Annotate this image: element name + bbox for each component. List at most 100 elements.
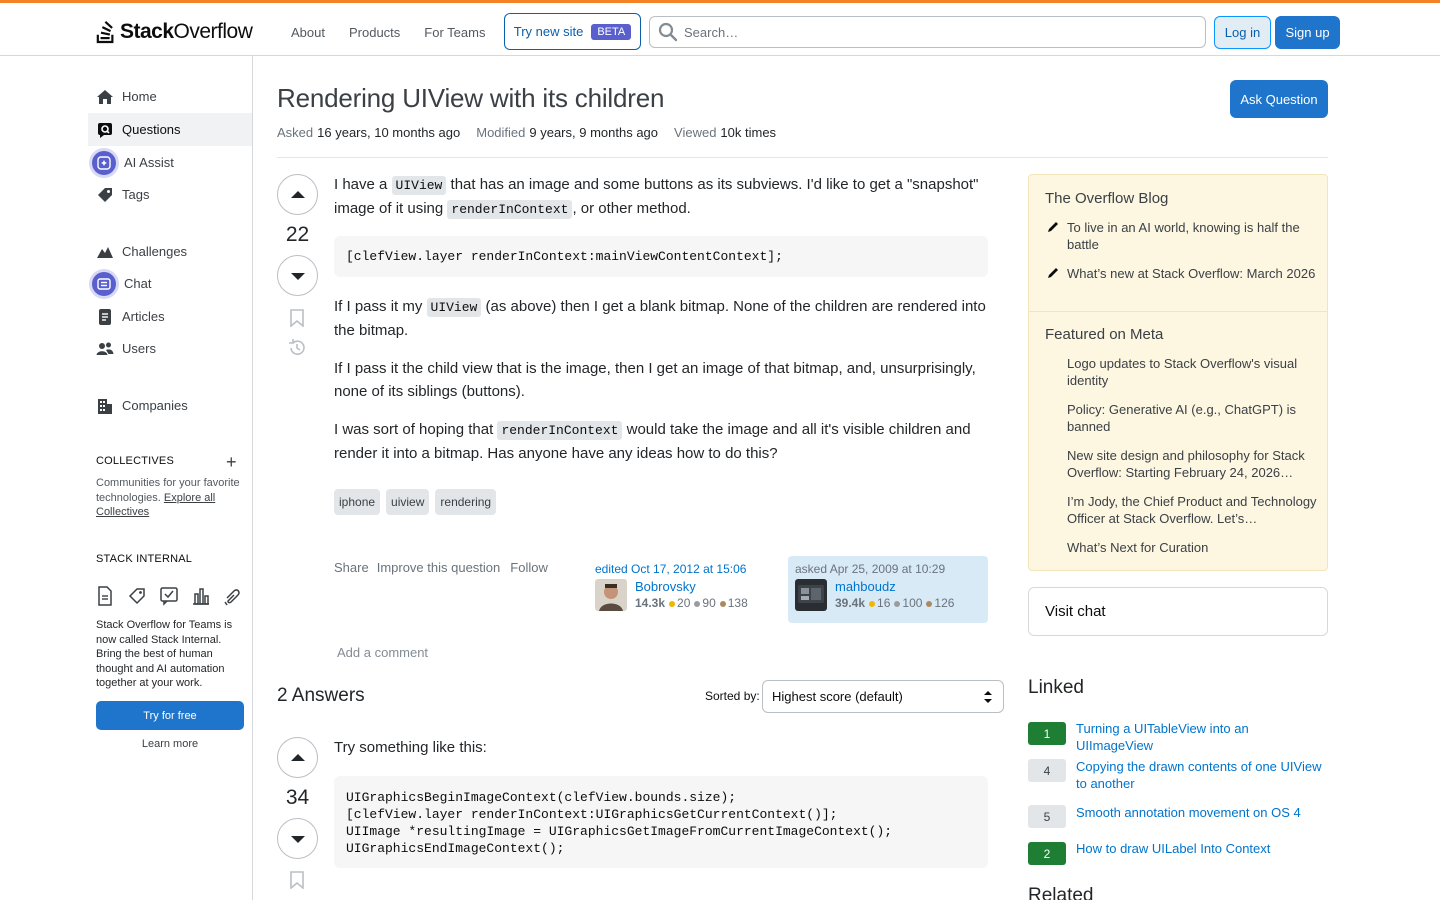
collectives-title: COLLECTIVES	[96, 455, 175, 467]
question-title[interactable]: Rendering UIView with its children	[277, 83, 664, 114]
try-new-site-button[interactable]: Try new site BETA	[504, 13, 641, 50]
nav-about[interactable]: About	[281, 19, 335, 46]
site-logo[interactable]: StackOverflow	[96, 17, 253, 47]
tag-iphone[interactable]: iphone	[334, 489, 381, 515]
inline-code: UIView	[391, 176, 447, 195]
sort-select[interactable]: Highest score (default)	[762, 680, 1004, 713]
add-comment-link[interactable]: Add a comment	[337, 645, 428, 660]
meta-item-4[interactable]: I’m Jody, the Chief Product and Technolo…	[1067, 493, 1317, 527]
challenges-icon	[97, 246, 113, 258]
editor-name-link[interactable]: Bobrovsky	[635, 579, 748, 594]
nav-for-teams[interactable]: For Teams	[410, 19, 495, 46]
asked-meta: Asked 16 years, 10 months ago	[277, 125, 461, 140]
pencil-icon	[1048, 222, 1058, 232]
linked-score: 5	[1028, 805, 1066, 828]
tag-outline-icon	[128, 588, 145, 605]
editor-avatar[interactable]	[595, 579, 627, 611]
sidebar-item-label: Users	[122, 341, 156, 356]
answer-code-block: UIGraphicsBeginImageContext(clefView.bou…	[334, 776, 988, 868]
arrow-down-icon	[290, 835, 305, 843]
paperclip-icon	[224, 589, 240, 606]
sidebar-item-companies[interactable]: Companies	[88, 389, 252, 422]
share-link[interactable]: Share	[334, 560, 369, 575]
sidebar-item-label: Home	[122, 89, 157, 104]
checkbox-message-icon	[160, 587, 178, 606]
arrow-up-icon	[290, 190, 305, 198]
history-icon[interactable]	[287, 338, 307, 358]
question-score: 22	[285, 223, 310, 246]
follow-link[interactable]: Follow	[510, 560, 548, 575]
sidebar-item-ai-assist[interactable]: AI Assist	[88, 146, 252, 179]
nav-products[interactable]: Products	[335, 19, 410, 46]
learn-more-link[interactable]: Learn more	[96, 738, 244, 750]
answer-intro: Try something like this:	[334, 739, 487, 756]
asker-name-link[interactable]: mahboudz	[835, 579, 954, 594]
meta-item-1[interactable]: Logo updates to Stack Overflow's visual …	[1067, 355, 1317, 389]
sorted-by-label: Sorted by:	[705, 689, 760, 703]
tag-uiview[interactable]: uiview	[386, 489, 430, 515]
linked-question-link[interactable]: Smooth annotation movement on OS 4	[1076, 804, 1326, 821]
related-heading: Related	[1028, 885, 1094, 900]
blog-item-2[interactable]: What’s new at Stack Overflow: March 2026	[1067, 265, 1317, 282]
collectives-description: Communities for your favorite technologi…	[96, 477, 240, 518]
question-paragraph-1: I have a UIView that has an image and so…	[334, 176, 979, 219]
editor-reputation: 14.3k 20 90 138	[635, 596, 748, 610]
ai-assist-icon	[92, 150, 116, 175]
asker-avatar[interactable]	[795, 579, 827, 611]
arrow-up-icon	[290, 753, 305, 761]
header-divider	[277, 157, 1328, 158]
sidebar-item-chat[interactable]: Chat	[88, 267, 252, 300]
sidebar-item-home[interactable]: Home	[88, 80, 252, 113]
add-collective-icon[interactable]: +	[226, 452, 237, 473]
sidebar-item-challenges[interactable]: Challenges	[88, 235, 252, 268]
search-box[interactable]	[649, 16, 1206, 48]
meta-title: Featured on Meta	[1045, 326, 1164, 343]
search-icon	[658, 22, 678, 42]
tag-icon	[98, 187, 112, 202]
visit-chat-link[interactable]: Visit chat	[1028, 587, 1328, 636]
question-paragraph-2: If I pass it my UIView (as above) then I…	[334, 298, 986, 339]
asked-time: asked Apr 25, 2009 at 10:29	[795, 562, 946, 576]
sidebar-item-articles[interactable]: Articles	[88, 300, 252, 333]
try-for-free-button[interactable]: Try for free	[96, 701, 244, 730]
blog-item-1[interactable]: To live in an AI world, knowing is half …	[1067, 219, 1317, 253]
sidebar-item-label: Challenges	[122, 244, 188, 259]
linked-score: 1	[1028, 722, 1066, 745]
answer-upvote-button[interactable]	[277, 737, 318, 778]
modified-meta: Modified 9 years, 9 months ago	[476, 125, 659, 140]
ask-question-button[interactable]: Ask Question	[1230, 80, 1328, 118]
question-code-block: [clefView.layer renderInContext:mainView…	[334, 236, 988, 277]
sort-select-value: Highest score (default)	[772, 689, 903, 704]
bookmark-icon[interactable]	[289, 871, 305, 889]
linked-score: 2	[1028, 842, 1066, 865]
linked-question-link[interactable]: Turning a UITableView into an UIImageVie…	[1076, 720, 1326, 754]
meta-item-5[interactable]: What’s Next for Curation	[1067, 539, 1317, 556]
sidebar-item-questions[interactable]: Questions	[88, 113, 252, 146]
answer-downvote-button[interactable]	[277, 818, 318, 859]
linked-question-link[interactable]: How to draw UILabel Into Context	[1076, 840, 1326, 857]
linked-question-link[interactable]: Copying the drawn contents of one UIView…	[1076, 758, 1326, 792]
question-upvote-button[interactable]	[277, 174, 318, 215]
bookmark-icon[interactable]	[289, 309, 305, 327]
meta-item-2[interactable]: Policy: Generative AI (e.g., ChatGPT) is…	[1067, 401, 1317, 435]
companies-icon	[98, 398, 112, 414]
question-actions: Share Improve this question Follow	[334, 560, 548, 575]
arrow-down-icon	[290, 272, 305, 280]
inline-code: renderInContext	[497, 421, 623, 440]
question-downvote-button[interactable]	[277, 255, 318, 296]
meta-item-3[interactable]: New site design and philosophy for Stack…	[1067, 447, 1317, 481]
signup-button[interactable]: Sign up	[1275, 16, 1340, 49]
logo-text: StackOverflow	[120, 20, 253, 43]
tag-rendering[interactable]: rendering	[435, 489, 497, 515]
sidebar-item-label: AI Assist	[124, 155, 174, 170]
search-input[interactable]	[684, 24, 1184, 40]
blog-divider	[1029, 311, 1327, 312]
question-tags: iphone uiview rendering	[334, 489, 497, 515]
question-meta: Asked 16 years, 10 months ago Modified 9 y…	[277, 125, 776, 140]
improve-question-link[interactable]: Improve this question	[377, 560, 501, 575]
edited-time-link[interactable]: edited Oct 17, 2012 at 15:06	[595, 562, 781, 576]
sidebar-item-users[interactable]: Users	[88, 332, 252, 365]
login-button[interactable]: Log in	[1214, 16, 1271, 49]
sidebar-item-label: Articles	[122, 309, 165, 324]
sidebar-item-tags[interactable]: Tags	[88, 178, 252, 211]
